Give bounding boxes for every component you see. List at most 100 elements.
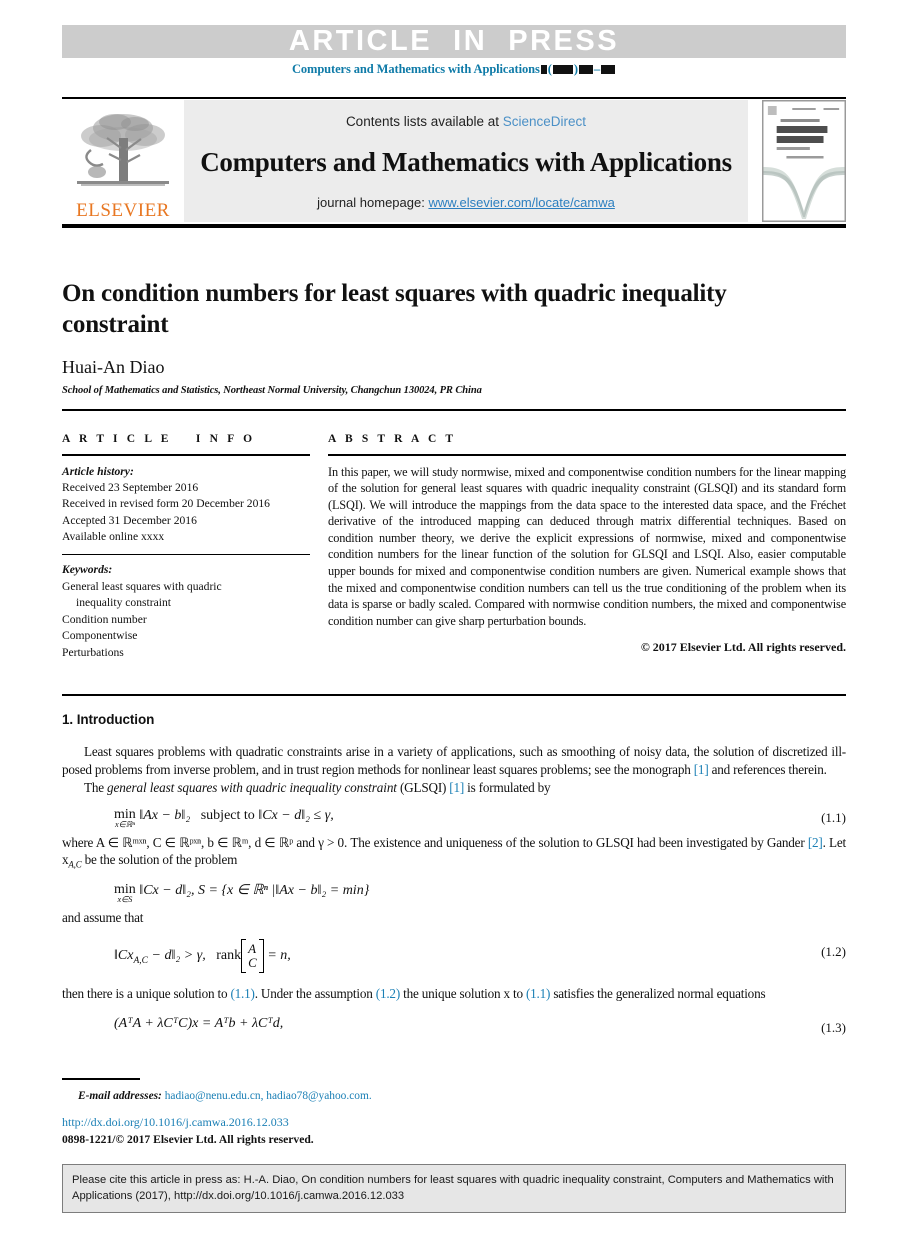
- author-name: Huai-An Diao: [62, 357, 165, 377]
- article-info-heading: A R T I C L E I N F O: [62, 433, 256, 445]
- history-item: Accepted 31 December 2016: [62, 513, 197, 527]
- intro-p3-text-a: where A ∈ ℝᵐˣⁿ, C ∈ ℝᵖˣⁿ, b ∈ ℝᵐ, d ∈ ℝᵖ…: [62, 834, 808, 850]
- body-top-rule: [62, 694, 846, 696]
- equation-ref-1-1-b[interactable]: (1.1): [526, 986, 550, 1001]
- sciencedirect-link[interactable]: ScienceDirect: [503, 114, 586, 129]
- keywords-rule: [62, 553, 310, 556]
- keyword-item: Perturbations: [62, 645, 124, 659]
- email-line: E-mail addresses: hadiao@nenu.edu.cn, ha…: [62, 1088, 846, 1105]
- equation-1-2-body: ‖CxA,C − d‖₂ > γ, rank A C = n,: [62, 938, 821, 973]
- article-history-block: Article history: Received 23 September 2…: [62, 464, 310, 546]
- intro-p1-text-b: and references therein.: [708, 761, 827, 777]
- matrix-column: AC: [246, 942, 259, 969]
- intro-p5-text-a: then there is a unique solution to: [62, 985, 231, 1001]
- article-history-label: Article history:: [62, 464, 134, 478]
- abstract-text: In this paper, we will study normwise, m…: [328, 464, 846, 628]
- keyword-item: Condition number: [62, 612, 147, 626]
- equation-1-2-mid: − d‖₂ > γ,: [148, 947, 206, 963]
- intro-p5-text-c: the unique solution x to: [400, 985, 526, 1001]
- min-subscript: x∈ℝⁿ: [114, 819, 135, 829]
- intro-paragraph-1: Least squares problems with quadratic co…: [62, 743, 846, 778]
- homepage-prefix: journal homepage:: [317, 195, 429, 210]
- equation-ref-1-2[interactable]: (1.2): [376, 986, 400, 1001]
- x-subscript-ac: A,C: [68, 860, 82, 871]
- page-title: On condition numbers for least squares w…: [62, 280, 727, 338]
- contents-available-line: Contents lists available at ScienceDirec…: [346, 114, 586, 129]
- cite-notice-text: Please cite this article in press as: H.…: [72, 1174, 834, 1203]
- masthead-top-rule: [62, 97, 846, 99]
- abstract-rule: [328, 454, 846, 456]
- email-label: E-mail addresses:: [78, 1090, 162, 1102]
- volume-placeholder-box: [540, 64, 547, 74]
- equation-1-3-body: (AᵀA + λCᵀC)x = Aᵀb + λCᵀd,: [114, 1016, 284, 1032]
- email-addresses-link[interactable]: hadiao@nenu.edu.cn, hadiao78@yahoo.com.: [165, 1090, 372, 1102]
- intro-p2-text-a: The: [84, 780, 107, 796]
- equation-ref-1-1-a[interactable]: (1.1): [230, 986, 254, 1001]
- equation-1-1-row: min x∈ℝⁿ ‖Ax − b‖₂ subject to ‖Cx − d‖₂ …: [62, 805, 846, 829]
- running-head-journal: Computers and Mathematics with Applicati…: [291, 62, 540, 76]
- journal-title: Computers and Mathematics with Applicati…: [200, 146, 732, 177]
- keywords-block: Keywords: General least squares with qua…: [62, 562, 310, 661]
- cite-notice-box: Please cite this article in press as: H.…: [62, 1164, 846, 1214]
- equation-1-3-number: (1.3): [821, 1020, 846, 1036]
- article-body: 1. Introduction Least squares problems w…: [62, 711, 846, 1045]
- equation-1-1-number: (1.1): [821, 809, 846, 825]
- intro-p2-italic: general least squares with quadric inequ…: [107, 780, 397, 796]
- paper-page: ARTICLE IN PRESS Computers and Mathemati…: [0, 0, 907, 1238]
- equation-1-2-rank-label: rank: [216, 947, 242, 963]
- abstract-column: A B S T R A C T In this paper, we will s…: [328, 433, 846, 661]
- article-in-press-label: ARTICLE IN PRESS: [288, 25, 620, 57]
- equation-1-3-row: (AᵀA + λCᵀC)x = Aᵀb + λCᵀd, (1.3): [62, 1015, 846, 1036]
- intro-p2-text-b: (GLSQI): [396, 780, 450, 796]
- elsevier-logo: ELSEVIER: [62, 100, 184, 222]
- title-block: On condition numbers for least squares w…: [62, 278, 742, 396]
- column-gap: [310, 433, 328, 661]
- equation-1-2-number: (1.2): [821, 943, 846, 959]
- abstract-copyright: © 2017 Elsevier Ltd. All rights reserved…: [640, 640, 846, 655]
- keyword-item: Componentwise: [62, 629, 138, 643]
- history-item: Received 23 September 2016: [62, 480, 199, 494]
- history-item: Available online xxxx: [62, 530, 165, 544]
- running-head: Computers and Mathematics with Applicati…: [62, 62, 846, 77]
- matrix-entry-c: C: [248, 954, 257, 970]
- doi-line: http://dx.doi.org/10.1016/j.camwa.2016.1…: [62, 1114, 846, 1131]
- min-operator-s: min x∈S: [114, 882, 136, 904]
- doi-link[interactable]: http://dx.doi.org/10.1016/j.camwa.2016.1…: [62, 1115, 289, 1129]
- issue-placeholder-box: [552, 64, 573, 74]
- citation-ref-1b[interactable]: [1]: [449, 780, 464, 795]
- min-subscript-s: x∈S: [117, 894, 133, 904]
- footnote-rule: [62, 1078, 140, 1081]
- masthead-center: Contents lists available at ScienceDirec…: [184, 100, 748, 222]
- intro-p5-text-b: . Under the assumption: [254, 985, 376, 1001]
- equation-1-1-subject-to: subject to: [200, 807, 255, 823]
- citation-ref-1[interactable]: [1]: [694, 762, 709, 777]
- issn-copyright-line: 0898-1221/© 2017 Elsevier Ltd. All right…: [62, 1132, 314, 1146]
- equation-set-s-row: min x∈S ‖Cx − d‖₂, S = {x ∈ ℝⁿ |‖Ax − b‖…: [62, 880, 846, 904]
- masthead-bottom-rule: [62, 224, 846, 228]
- abstract-heading: A B S T R A C T: [328, 433, 457, 445]
- title-bottom-rule: [62, 409, 846, 411]
- journal-cover-thumbnail[interactable]: [762, 100, 846, 222]
- article-info-column: A R T I C L E I N F O Article history: R…: [62, 433, 310, 661]
- equation-1-2-rhs: = n,: [267, 947, 291, 963]
- equation-set-s-expression: ‖Cx − d‖₂, S = {x ∈ ℝⁿ |‖Ax − b‖₂ = min}: [139, 882, 370, 898]
- intro-paragraph-2: The general least squares with quadric i…: [62, 779, 846, 797]
- page-start-placeholder-box: [578, 64, 593, 74]
- min-operator-1-1: min x∈ℝⁿ: [114, 807, 136, 829]
- contents-prefix: Contents lists available at: [345, 114, 503, 129]
- matrix-right-bracket: [258, 938, 264, 973]
- elsevier-tree-icon: [77, 114, 169, 186]
- journal-homepage-link[interactable]: www.elsevier.com/locate/camwa: [428, 195, 614, 210]
- author-affiliation: School of Mathematics and Statistics, No…: [62, 385, 482, 396]
- intro-paragraph-3: where A ∈ ℝᵐˣⁿ, C ∈ ℝᵖˣⁿ, b ∈ ℝᵐ, d ∈ ℝᵖ…: [62, 834, 846, 872]
- article-in-press-banner: ARTICLE IN PRESS: [62, 25, 846, 58]
- intro-p5-text-d: satisfies the generalized normal equatio…: [550, 985, 766, 1001]
- equation-1-1-objective: ‖Ax − b‖₂: [139, 807, 191, 823]
- equation-1-1-body: min x∈ℝⁿ ‖Ax − b‖₂ subject to ‖Cx − d‖₂ …: [62, 805, 821, 829]
- equation-1-2-row: ‖CxA,C − d‖₂ > γ, rank A C = n, (1.2): [62, 938, 846, 973]
- footnote-area: E-mail addresses: hadiao@nenu.edu.cn, ha…: [62, 1088, 846, 1149]
- intro-p3-text-c: be the solution of the problem: [81, 852, 238, 868]
- citation-ref-2[interactable]: [2]: [808, 835, 823, 850]
- journal-masthead: ELSEVIER Contents lists available at Sci…: [62, 100, 846, 222]
- intro-paragraph-4: and assume that: [62, 910, 144, 926]
